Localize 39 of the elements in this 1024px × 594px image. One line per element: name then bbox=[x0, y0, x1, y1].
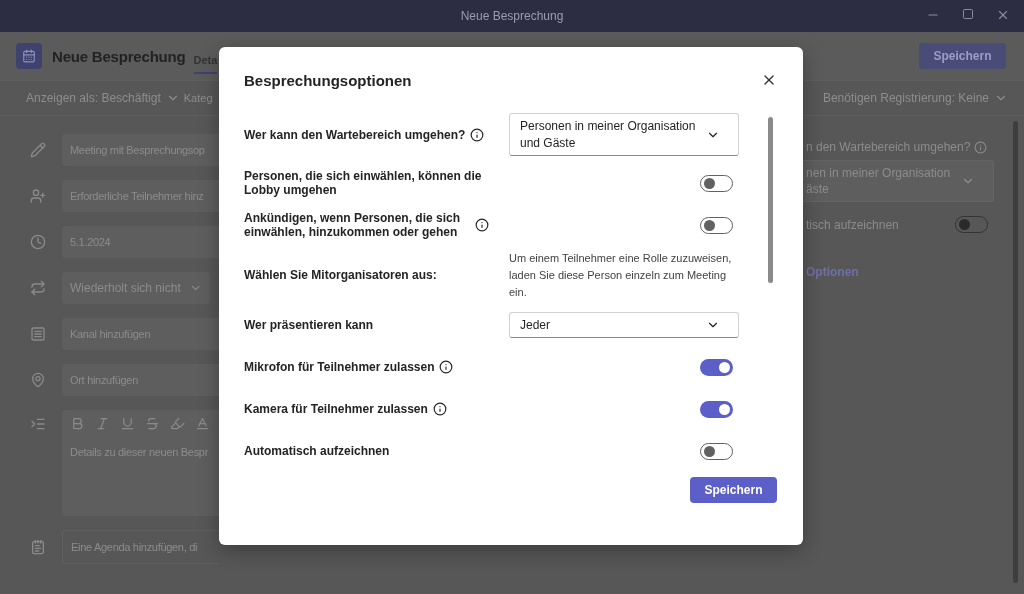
option-label: Wer kann den Wartebereich umgehen? bbox=[244, 113, 509, 156]
option-label: Automatisch aufzeichnen bbox=[244, 444, 391, 458]
bold-icon[interactable] bbox=[70, 416, 85, 431]
option-label: Kamera für Teilnehmer zulassen bbox=[244, 402, 489, 416]
pencil-icon bbox=[30, 142, 46, 158]
option-dropdown[interactable]: Jeder bbox=[509, 312, 739, 338]
page-title: Neue Besprechung bbox=[52, 47, 186, 65]
option-label: Mikrofon für Teilnehmer zulassen bbox=[244, 360, 489, 374]
scrollbar[interactable] bbox=[1013, 121, 1018, 583]
dialog-title: Besprechungsoptionen bbox=[244, 71, 412, 89]
toggle-switch[interactable] bbox=[700, 358, 733, 376]
info-icon bbox=[974, 140, 988, 154]
option-label: Personen, die sich einwählen, können die Lobby umgehen bbox=[244, 169, 483, 197]
clock-icon bbox=[30, 234, 46, 250]
options-link[interactable]: Optionen bbox=[806, 265, 996, 279]
location-pin-icon bbox=[30, 372, 46, 388]
font-color-icon[interactable] bbox=[195, 416, 210, 431]
option-dropdown[interactable]: Personen in meiner Organisation und Gäste bbox=[509, 113, 739, 156]
option-note: Um einem Teilnehmer eine Rolle zuzuweisen, laden Sie diese Person einzeln zum Meeting ein. bbox=[509, 250, 733, 300]
underline-icon[interactable] bbox=[120, 416, 135, 431]
strikethrough-icon[interactable] bbox=[145, 416, 160, 431]
calendar-icon bbox=[16, 43, 42, 69]
person-add-icon bbox=[30, 188, 46, 204]
option-label: Wer präsentieren kann bbox=[244, 318, 375, 332]
scrollbar-thumb[interactable] bbox=[768, 117, 773, 283]
option-label: Ankündigen, wenn Personen, die sich einwählen, hinzukommen oder gehen bbox=[244, 211, 489, 239]
repeat-icon bbox=[30, 280, 46, 296]
window-title: Neue Besprechung bbox=[460, 9, 564, 23]
close-icon[interactable] bbox=[996, 8, 1010, 22]
notes-icon bbox=[30, 539, 46, 555]
save-button[interactable]: Speichern bbox=[919, 43, 1006, 69]
maximize-icon[interactable] bbox=[962, 8, 974, 20]
toggle-switch[interactable] bbox=[700, 400, 733, 418]
option-label: Wählen Sie Mitorganisatoren aus: bbox=[244, 268, 438, 282]
channel-icon bbox=[30, 326, 46, 342]
highlighter-icon[interactable] bbox=[170, 416, 185, 431]
save-button[interactable]: Speichern bbox=[690, 477, 777, 503]
list-icon bbox=[30, 416, 46, 432]
italic-icon[interactable] bbox=[95, 416, 110, 431]
